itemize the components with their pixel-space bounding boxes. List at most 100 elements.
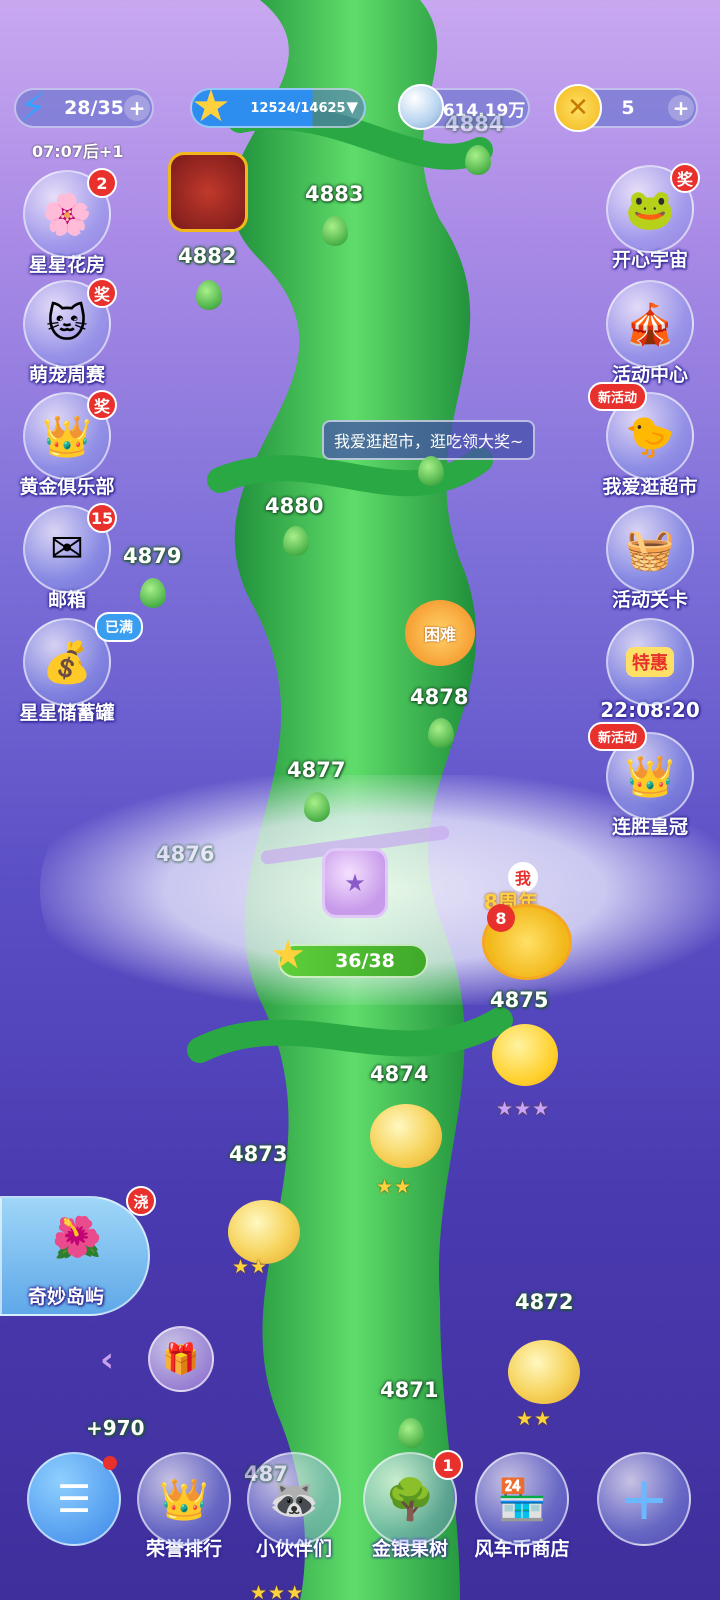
reward-badge: 奖 — [670, 163, 700, 193]
difficult-tag: 困难 — [423, 625, 456, 644]
level-4879-label: 4879 — [123, 544, 182, 568]
level-4874-node[interactable] — [370, 1104, 442, 1168]
cat-icon: 🐱 奖 — [23, 278, 117, 368]
notification-badge: 1 — [433, 1450, 463, 1480]
frog-icon: 🐸 奖 — [606, 163, 700, 253]
anniversary-number: 8 — [487, 904, 515, 932]
level-4872-node[interactable] — [508, 1340, 580, 1404]
add-coins-icon[interactable]: + — [668, 95, 694, 121]
scroll-left-arrow-icon[interactable]: ‹ — [100, 1340, 114, 1380]
menu-happy-universe[interactable]: 🐸 奖 开心宇宙 — [595, 163, 705, 272]
honor-ranking-button[interactable]: 👑 荣誉排行 — [134, 1452, 234, 1561]
boss-chest-icon[interactable] — [168, 152, 248, 232]
menu-event-center[interactable]: 🎪 活动中心 — [595, 280, 705, 387]
notification-badge: 15 — [87, 503, 117, 533]
flower-icon: 🌸 2 — [23, 168, 117, 258]
level-4884-node[interactable] — [465, 145, 491, 175]
crown-icon: 👑 新活动 — [588, 722, 694, 820]
coin-icon: ✕ — [554, 84, 602, 132]
circus-tent-icon: 🎪 — [606, 280, 694, 368]
menu-winning-crown[interactable]: 👑 新活动 连胜皇冠 — [588, 722, 705, 839]
level-4877-label: 4877 — [287, 758, 346, 782]
level-4874-label: 4874 — [370, 1062, 429, 1086]
level-4875-node[interactable] — [492, 1024, 558, 1086]
level-4875-label: 4875 — [490, 988, 549, 1012]
reward-badge: 奖 — [87, 278, 117, 308]
level-4882-label: 4882 — [178, 244, 237, 268]
notification-badge: 2 — [87, 168, 117, 198]
menu-gold-club[interactable]: 👑 奖 黄金俱乐部 — [12, 390, 122, 499]
level-4883-node[interactable] — [322, 216, 348, 246]
menu-star-piggybank[interactable]: 💰 已满 星星储蓄罐 — [12, 612, 143, 725]
menu-pet-weekly[interactable]: 🐱 奖 萌宠周赛 — [12, 278, 122, 387]
menu-special-offer[interactable]: 特惠 22:08:20 — [595, 618, 705, 722]
island-label: 奇妙岛屿 — [28, 1286, 105, 1308]
basket-icon: 🧺 — [606, 505, 694, 593]
level-4874-stars: ★★ — [376, 1176, 413, 1198]
new-event-badge: 新活动 — [588, 382, 648, 411]
windmill-shop-button[interactable]: 🏪 风车币商店 — [472, 1452, 572, 1561]
add-lives-icon[interactable]: + — [124, 95, 150, 121]
level-4879-node[interactable] — [140, 578, 166, 608]
bonus-text: +970 — [86, 1416, 145, 1440]
dropdown-icon[interactable]: ▼ — [346, 98, 358, 116]
star-icon: ★ — [191, 80, 231, 132]
level-4880-label: 4880 — [265, 494, 324, 518]
full-badge: 已满 — [95, 612, 143, 642]
anniversary-player-marker[interactable]: 我 8周年 8 — [472, 862, 582, 982]
level-4876-label: 4876 — [156, 842, 215, 866]
level-4882-node[interactable] — [196, 280, 222, 310]
supermarket-tooltip: 我爱逛超市，逛吃领大奖~ — [322, 420, 536, 460]
shop-stall-icon: 特惠 — [606, 618, 694, 706]
lives-value: 28/35 — [64, 97, 124, 119]
gold-silver-tree-button[interactable]: 🌳 1 金银果树 — [360, 1450, 463, 1561]
level-4881-node[interactable] — [418, 456, 444, 486]
lightning-icon: ⚡ — [18, 85, 48, 131]
water-badge: 浇 — [126, 1186, 156, 1216]
reward-badge: 奖 — [87, 390, 117, 420]
gift-icon[interactable]: 🎁 — [148, 1326, 214, 1392]
gate-star-icon: ★ — [270, 932, 306, 978]
level-4880-node[interactable] — [283, 526, 309, 556]
level-4871-label: 4871 — [380, 1378, 439, 1402]
new-event-badge: 新活动 — [588, 722, 648, 751]
island-tree-icon: 🌺 — [52, 1215, 102, 1261]
fruit-tree-icon: 🌳 1 — [363, 1450, 463, 1546]
red-dot-icon — [103, 1456, 117, 1470]
menu-star-flower-house[interactable]: 🌸 2 星星花房 — [12, 168, 122, 277]
lock-icon[interactable]: ★ — [322, 848, 388, 918]
shop-icon: 🏪 — [475, 1452, 569, 1546]
coins-counter[interactable]: 5 ✕ + — [554, 84, 698, 132]
level-4878-label: 4878 — [410, 685, 469, 709]
difficult-flower-icon: 困难 — [405, 600, 475, 666]
crown-trophy-icon: 👑 — [137, 1452, 231, 1546]
level-4877-node[interactable] — [304, 792, 330, 822]
level-4871-node[interactable] — [398, 1418, 424, 1448]
level-4878-node[interactable] — [428, 718, 454, 748]
shopping-chick-icon: 🐤 新活动 — [588, 382, 694, 480]
envelope-icon: ✉ 15 — [23, 503, 117, 593]
level-4875-stars: ★★★ — [496, 1098, 551, 1120]
piggybank-icon: 💰 已满 — [23, 612, 143, 706]
coins-value: 5 — [621, 97, 635, 119]
level-4873-node[interactable] — [228, 1200, 300, 1264]
stars-progress[interactable]: 12524/14625 ★ ▼ — [190, 81, 366, 132]
menu-supermarket[interactable]: 🐤 新活动 我爱逛超市 — [588, 382, 705, 499]
menu-mailbox[interactable]: ✉ 15 邮箱 — [12, 503, 122, 612]
level-4870-label: 487 — [244, 1462, 288, 1486]
gate-progress-value: 36/38 — [335, 950, 395, 972]
lives-counter[interactable]: 28/35 ⚡ + — [14, 85, 154, 131]
expand-button[interactable]: + — [594, 1452, 694, 1546]
level-4872-stars: ★★ — [516, 1408, 553, 1430]
level-4873-stars: ★★ — [232, 1256, 269, 1278]
plus-icon: + — [597, 1452, 691, 1546]
level-4870-stars: ★★★ — [250, 1582, 305, 1600]
lives-timer: 07:07后+1 — [32, 142, 124, 161]
stars-progress-value: 12524/14625 — [250, 100, 346, 116]
menu-event-levels[interactable]: 🧺 活动关卡 — [595, 505, 705, 612]
level-4884-label: 4884 — [445, 112, 504, 136]
level-4883-label: 4883 — [305, 182, 364, 206]
level-4872-label: 4872 — [515, 1290, 574, 1314]
wonder-island-button[interactable]: 🌺 浇 奇妙岛屿 — [0, 1186, 156, 1316]
main-menu-button[interactable]: ☰ — [24, 1452, 124, 1546]
